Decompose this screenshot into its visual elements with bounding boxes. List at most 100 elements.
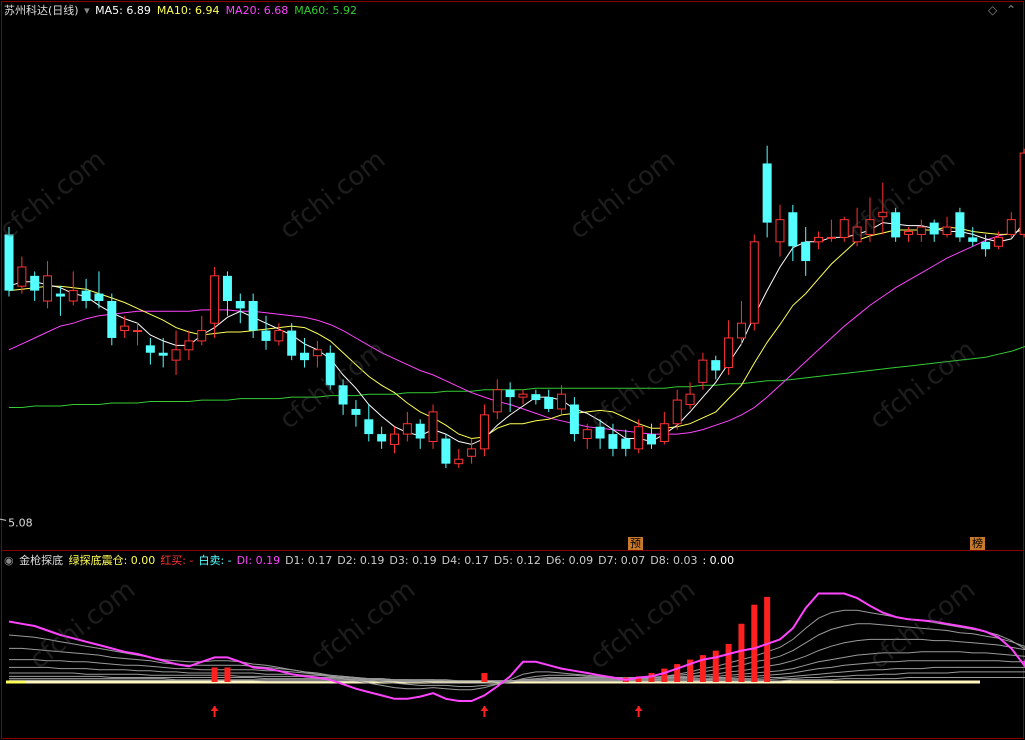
candle-body: [222, 275, 232, 301]
indicator-legend-item: D5: 0.12: [493, 554, 541, 567]
candle-body: [441, 438, 451, 464]
candle-body: [300, 352, 310, 361]
candle-body: [171, 349, 181, 361]
candle-body: [647, 434, 656, 445]
candle-body: [197, 330, 207, 342]
candle-body: [916, 226, 926, 235]
candle-body: [1006, 219, 1016, 235]
ma-legend-item: MA5: 6.89: [95, 4, 151, 17]
red-buy-bar: [712, 650, 719, 682]
candle-body: [582, 429, 592, 440]
candle-body: [634, 426, 644, 450]
candle-body: [312, 349, 322, 357]
indicator-legend: 绿探底震仓: 0.00 红买: - 白卖: - DI: 0.19 D1: 0.17 D2:…: [69, 554, 740, 567]
candle-body: [428, 411, 438, 442]
red-buy-bar: [764, 596, 771, 682]
red-buy-bar: [725, 643, 732, 682]
candle-body: [749, 241, 759, 324]
candle-body: [107, 300, 117, 338]
candle-body: [775, 219, 785, 243]
ma-legend: MA5: 6.89 MA10: 6.94 MA20: 6.68 MA60: 5.92: [95, 4, 363, 17]
candle-body: [557, 393, 567, 410]
candle-body: [43, 275, 53, 302]
candle-body: [929, 222, 939, 235]
indicator-legend-item: D7: 0.07: [598, 554, 646, 567]
chart-canvas: 8.265.08: [0, 0, 1025, 740]
candle-body: [955, 212, 965, 238]
candle-body: [235, 300, 245, 309]
candle-body: [685, 393, 695, 406]
red-buy-bar: [751, 604, 758, 682]
candle-body: [402, 423, 412, 435]
candle-body: [621, 438, 631, 449]
candle-body: [68, 290, 78, 302]
candle-body: [788, 212, 798, 247]
candle-body: [492, 389, 502, 413]
candle-body: [415, 423, 425, 439]
candle-body: [210, 275, 220, 324]
candle-body: [724, 337, 734, 369]
red-buy-bar: [481, 673, 488, 682]
candle-body: [120, 325, 130, 332]
candle-body: [826, 236, 836, 239]
candle-body: [55, 293, 65, 297]
red-buy-bar: [211, 667, 218, 682]
diamond-icon[interactable]: ◇: [988, 3, 997, 17]
candle-body: [351, 408, 361, 415]
indicator-toggle-icon[interactable]: ◉: [4, 554, 14, 567]
red-buy-bar: [224, 667, 231, 682]
candle-body: [184, 340, 194, 351]
candle-body: [904, 230, 913, 235]
candle-body: [364, 419, 374, 435]
candle-body: [736, 322, 746, 339]
ma-legend-item: MA60: 5.92: [294, 4, 357, 17]
candle-body: [1019, 152, 1025, 235]
candle-body: [479, 414, 489, 450]
candle-body: [608, 434, 618, 449]
red-buy-bar: [661, 668, 668, 682]
candle-body: [801, 241, 811, 262]
collapse-icon[interactable]: ▾: [84, 4, 90, 17]
candle-body: [569, 404, 579, 435]
stock-title: 苏州科达(日线): [4, 4, 79, 17]
candle-body: [467, 448, 477, 457]
candle-body: [287, 330, 297, 356]
candle-body: [454, 458, 464, 465]
candle-body: [94, 293, 104, 301]
indicator-legend-item: 白卖: -: [198, 554, 232, 567]
candle-body: [672, 399, 682, 425]
red-buy-bar: [674, 664, 681, 682]
candle-body: [814, 236, 824, 243]
collapse-chevron-icon[interactable]: ⌃: [1006, 3, 1016, 17]
candle-body: [531, 394, 541, 401]
candle-body: [518, 393, 528, 398]
indicator-legend-item: D6: 0.09: [545, 554, 594, 567]
ranking-tag: 榜: [970, 537, 985, 550]
candle-body: [981, 241, 991, 250]
candle-body: [762, 163, 772, 223]
indicator-legend-item: : 0.00: [702, 554, 735, 567]
candle-body: [30, 275, 40, 291]
candle-body: [942, 226, 952, 235]
indicator-legend-item: 绿探底震仓: 0.00: [68, 554, 156, 567]
candle-body: [81, 290, 91, 301]
indicator-legend-item: D4: 0.17: [441, 554, 489, 567]
candle-body: [698, 359, 708, 383]
low-price-label: 5.08: [8, 516, 33, 529]
candle-body: [145, 345, 155, 353]
candle-body: [544, 397, 554, 409]
candle-body: [711, 360, 721, 371]
ma-legend-item: MA10: 6.94: [156, 4, 220, 17]
indicator-legend-item: D1: 0.17: [285, 554, 333, 567]
candle-body: [505, 389, 515, 398]
candle-body: [17, 266, 27, 287]
ma-legend-item: MA20: 6.68: [225, 4, 289, 17]
candle-body: [993, 236, 1003, 247]
indicator-legend-item: DI: 0.19: [236, 554, 281, 567]
indicator-header: ◉ 金枪探底 绿探底震仓: 0.00 红买: - 白卖: - DI: 0.19 D1: …: [4, 554, 741, 568]
candle-body: [248, 300, 258, 331]
indicator-legend-item: D2: 0.19: [337, 554, 385, 567]
forecast-tag: 预: [628, 537, 643, 550]
candle-body: [377, 434, 387, 442]
candle-body: [390, 433, 399, 445]
